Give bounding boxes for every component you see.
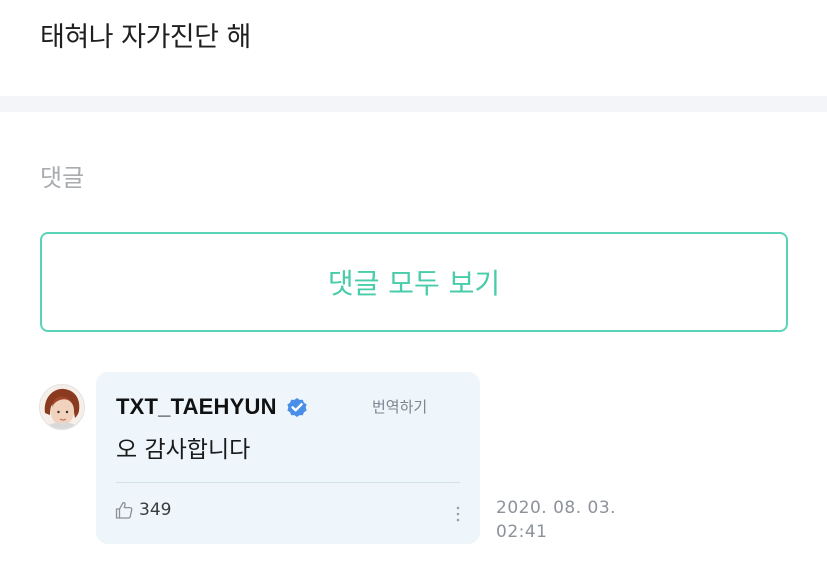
comment-timestamp-time: 02:41 <box>496 522 548 542</box>
comment-timestamp: 2020. 08. 03. 02:41 <box>496 496 646 544</box>
like-button[interactable]: 349 <box>114 500 171 520</box>
vertical-dots-icon[interactable] <box>452 502 464 526</box>
comment-author-row: TXT_TAEHYUN <box>116 394 309 420</box>
comment-text: 오 감사합니다 <box>116 437 251 463</box>
post-body-text: 태혀나 자가진단 해 <box>40 22 251 53</box>
comment-timestamp-date: 2020. 08. 03. <box>496 498 617 518</box>
comment-author-name[interactable]: TXT_TAEHYUN <box>116 394 277 420</box>
avatar-image <box>40 385 84 429</box>
verified-badge-icon <box>285 395 309 419</box>
section-divider <box>0 96 827 112</box>
comment-divider <box>116 482 460 483</box>
thumbs-up-icon <box>114 500 134 520</box>
comments-section-label: 댓글 <box>40 164 85 192</box>
comment-bubble: TXT_TAEHYUN 번역하기 오 감사합니다 349 <box>96 372 480 544</box>
avatar[interactable] <box>39 384 85 430</box>
like-count: 349 <box>139 500 172 520</box>
view-all-comments-button[interactable]: 댓글 모두 보기 <box>40 232 788 332</box>
translate-link[interactable]: 번역하기 <box>372 396 427 417</box>
